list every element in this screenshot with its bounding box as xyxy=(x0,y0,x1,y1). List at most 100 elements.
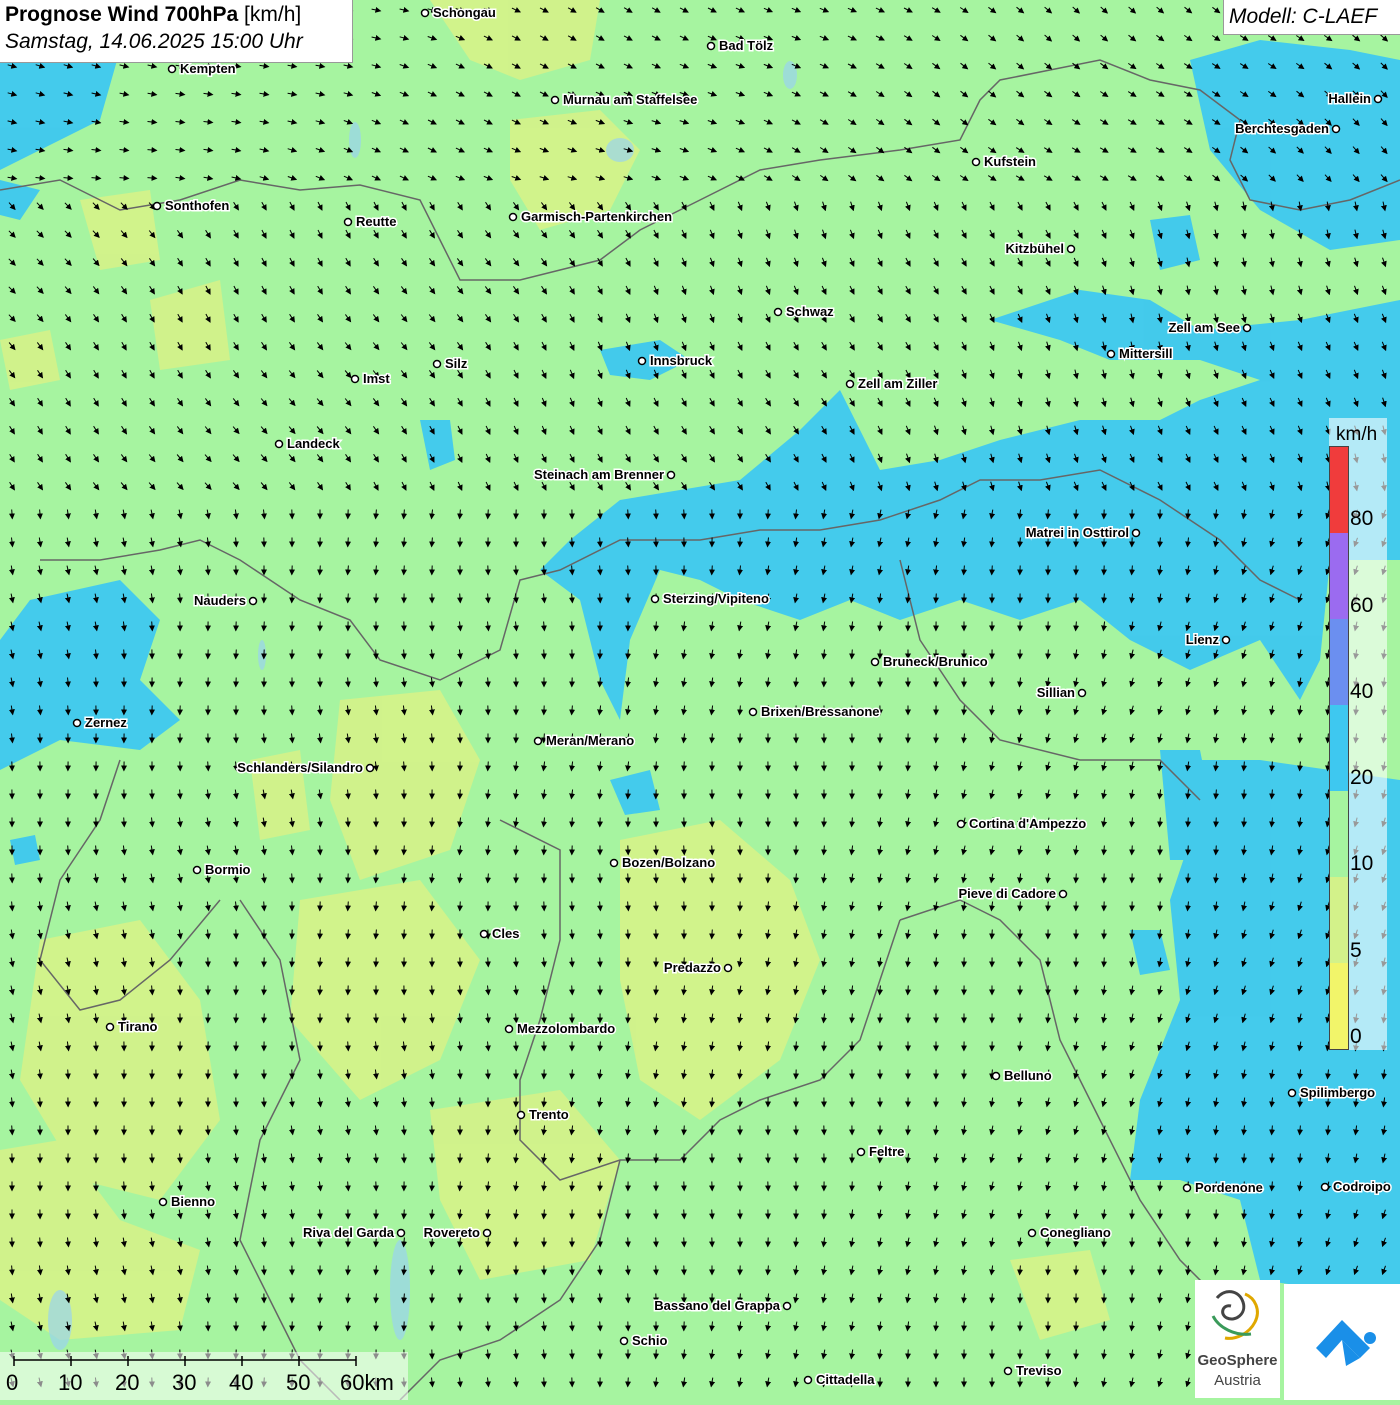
wind-arrow xyxy=(432,986,433,995)
city-dot xyxy=(1133,530,1140,537)
city-label: Predazzo xyxy=(664,960,721,975)
city-marker: Cortina d'Ampezzo xyxy=(958,816,1087,831)
wind-arrow xyxy=(40,1098,41,1107)
city-dot xyxy=(993,1073,1000,1080)
legend-band-60-80 xyxy=(1330,533,1348,619)
city-marker: Zell am Ziller xyxy=(847,376,938,391)
city-dot xyxy=(194,867,201,874)
wind-arrow xyxy=(236,650,237,659)
wind-arrow xyxy=(852,650,853,659)
legend-color-bar xyxy=(1329,446,1349,1050)
city-dot xyxy=(169,66,176,73)
wind-arrow xyxy=(404,846,405,855)
city-dot xyxy=(958,821,965,828)
wind-arrow xyxy=(628,566,629,575)
city-dot xyxy=(1223,637,1230,644)
city-marker: Berchtesgaden xyxy=(1235,121,1339,136)
wind-arrow xyxy=(208,762,209,771)
city-dot xyxy=(973,159,980,166)
legend-tick-20: 20 xyxy=(1350,766,1373,790)
city-marker: Bruneck/Brunico xyxy=(872,654,988,669)
wind-arrow xyxy=(1216,818,1217,827)
wind-arrow xyxy=(1076,1350,1077,1359)
legend-band-40-60 xyxy=(1330,619,1348,705)
city-label: Brixen/Bressanone xyxy=(761,704,880,719)
city-marker: Brixen/Bressanone xyxy=(750,704,880,719)
legend-tick-0: 0 xyxy=(1350,1025,1362,1049)
wind-arrow xyxy=(40,1238,41,1247)
city-label: Treviso xyxy=(1016,1363,1062,1378)
wind-arrow xyxy=(656,846,657,855)
city-label: Nauders xyxy=(194,593,246,608)
city-dot xyxy=(398,1230,405,1237)
wind-arrow xyxy=(740,538,741,547)
city-marker: Murnau am Staffelsee xyxy=(552,92,698,107)
city-marker: Matrei in Osttirol xyxy=(1026,525,1140,540)
wind-arrow xyxy=(348,958,349,967)
wind-arrow xyxy=(1216,1210,1217,1219)
city-marker: Riva del Garda xyxy=(303,1225,405,1240)
scale-label-40: 40 xyxy=(229,1370,253,1396)
wind-arrow xyxy=(852,1182,853,1191)
wind-arrow xyxy=(824,1210,825,1219)
wind-arrow xyxy=(404,566,405,575)
wind-arrow xyxy=(572,538,573,547)
wind-arrow xyxy=(712,1210,713,1219)
wind-arrow xyxy=(656,538,657,547)
city-marker: Bassano del Grappa xyxy=(654,1298,790,1313)
wind-arrow xyxy=(628,510,629,519)
city-dot xyxy=(621,1338,628,1345)
wind-arrow xyxy=(908,762,909,771)
wind-arrow xyxy=(1188,874,1189,883)
city-dot xyxy=(434,361,441,368)
wind-arrow xyxy=(516,1042,517,1051)
geosphere-emblem-icon xyxy=(1195,1280,1280,1350)
wind-arrow xyxy=(12,510,13,519)
wind-arrow xyxy=(68,1070,69,1079)
city-label: Tirano xyxy=(118,1019,158,1034)
wind-arrow xyxy=(1160,1266,1161,1275)
city-label: Innsbruck xyxy=(650,353,713,368)
city-dot xyxy=(1079,690,1086,697)
city-marker: Steinach am Brenner xyxy=(534,467,675,482)
wind-arrow xyxy=(292,1322,293,1331)
wind-arrow xyxy=(544,1294,545,1303)
city-dot xyxy=(422,10,429,17)
city-label: Landeck xyxy=(287,436,341,451)
wind-arrow xyxy=(404,930,405,939)
city-marker: Bozen/Bolzano xyxy=(611,855,716,870)
wind-arrow xyxy=(628,1014,629,1023)
wind-arrow xyxy=(908,986,909,995)
city-label: Imst xyxy=(363,371,390,386)
wind-arrow xyxy=(656,874,657,883)
wind-arrow xyxy=(264,986,265,995)
wind-arrow xyxy=(376,874,377,883)
city-marker: Sonthofen xyxy=(154,198,230,213)
wind-arrow xyxy=(1076,510,1077,519)
wind-arrow xyxy=(628,1294,629,1303)
wind-arrow xyxy=(684,874,685,883)
city-dot xyxy=(160,1199,167,1206)
wind-arrow xyxy=(1244,790,1245,799)
city-dot xyxy=(1244,325,1251,332)
city-label: Kempten xyxy=(180,61,236,76)
wind-arrow xyxy=(348,902,349,911)
wind-arrow xyxy=(684,762,685,771)
city-dot xyxy=(74,720,81,727)
wind-arrow xyxy=(68,846,69,855)
wind-arrow xyxy=(1188,1238,1189,1247)
city-dot xyxy=(725,965,732,972)
wind-arrow xyxy=(264,1266,265,1275)
wind-arrow xyxy=(236,1294,237,1303)
city-label: Zell am See xyxy=(1168,320,1240,335)
wind-arrow xyxy=(628,790,629,799)
scale-label-10: 10 xyxy=(58,1370,82,1396)
city-dot xyxy=(668,472,675,479)
city-label: Pordenone xyxy=(1195,1180,1263,1195)
wind-arrow xyxy=(572,622,573,631)
city-dot xyxy=(1060,891,1067,898)
wind-arrow xyxy=(432,622,433,631)
wind-arrow xyxy=(320,566,321,575)
city-label: Garmisch-Partenkirchen xyxy=(521,209,672,224)
model-label: Modell: C-LAEF xyxy=(1223,0,1400,35)
